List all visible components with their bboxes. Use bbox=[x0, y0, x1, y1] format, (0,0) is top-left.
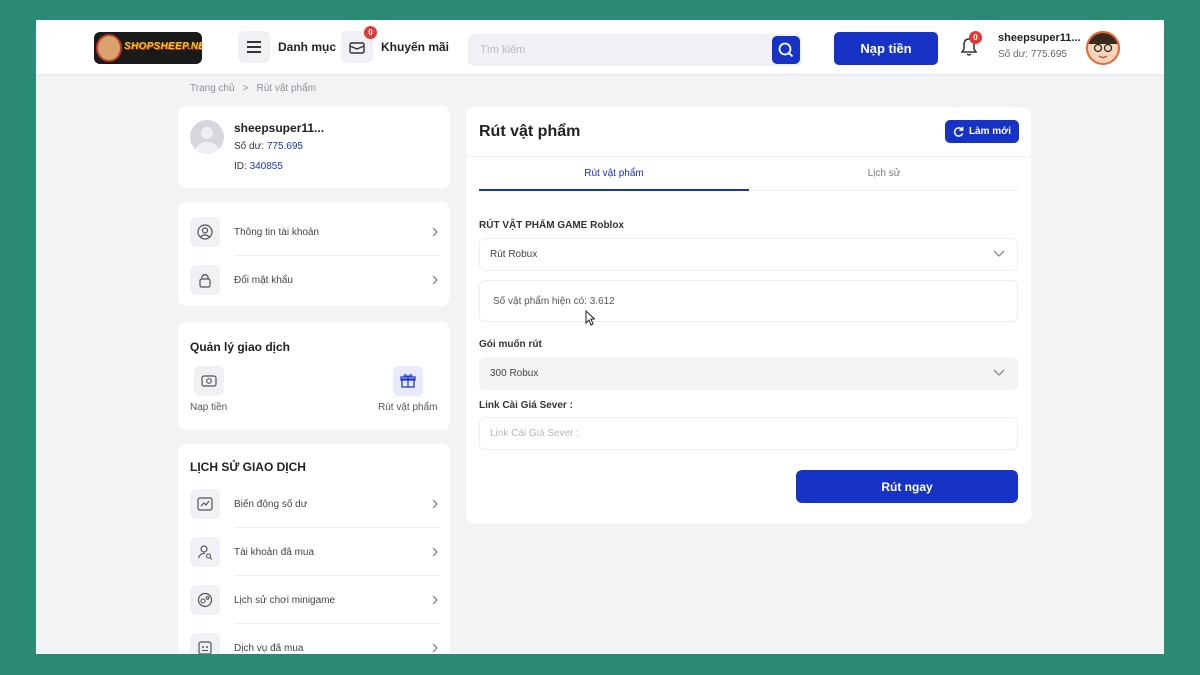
package-select[interactable]: 300 Robux bbox=[479, 357, 1018, 390]
item-type-select[interactable]: Rút Robux bbox=[479, 238, 1018, 271]
browser-viewport: SHOPSHEEP.NET Danh mục 0 Khuyến mãi Nạp … bbox=[36, 20, 1164, 654]
transaction-history-card: LỊCH SỬ GIAO DỊCH Biến động số dư Tài kh… bbox=[178, 444, 450, 654]
wallet-icon bbox=[193, 366, 224, 396]
server-link-label: Link Cài Giá Sever : bbox=[479, 400, 573, 411]
search-input[interactable] bbox=[468, 34, 758, 66]
notification-badge: 0 bbox=[969, 31, 982, 44]
profile-balance: Số dư: 775.695 bbox=[234, 141, 303, 152]
transaction-management-title: Quản lý giao dịch bbox=[190, 340, 291, 354]
category-menu-label: Danh mục bbox=[278, 40, 337, 54]
profile-balance-value: 775.695 bbox=[266, 141, 303, 152]
withdraw-panel: Rút vật phẩm Làm mới Rút vật phẩm Lịch s… bbox=[466, 107, 1031, 523]
breadcrumb-current: Rút vật phẩm bbox=[256, 83, 316, 94]
chevron-down-icon bbox=[993, 369, 1005, 380]
purchased-services-link[interactable]: Dịch vụ đã mua bbox=[190, 628, 440, 654]
purchased-accounts-label: Tài khoản đã mua bbox=[234, 546, 315, 558]
divider bbox=[234, 575, 440, 576]
change-password-label: Đổi mật khẩu bbox=[234, 274, 293, 286]
header-user-info[interactable]: sheepsuper11... Số dư: 775.695 bbox=[998, 32, 1081, 60]
refresh-button[interactable]: Làm mới bbox=[945, 120, 1019, 143]
purchased-services-label: Dịch vụ đã mua bbox=[234, 642, 304, 654]
package-value: 300 Robux bbox=[490, 368, 539, 379]
user-circle-icon bbox=[190, 217, 220, 247]
divider bbox=[234, 623, 440, 624]
account-info-link[interactable]: Thông tin tài khoản bbox=[190, 212, 440, 252]
item-type-value: Rút Robux bbox=[490, 249, 538, 260]
minigame-history-label: Lịch sử chơi minigame bbox=[234, 594, 336, 606]
chevron-right-icon bbox=[430, 547, 440, 557]
page-title: Rút vật phẩm bbox=[479, 123, 581, 140]
profile-id: ID: 340855 bbox=[234, 161, 283, 172]
purchased-accounts-link[interactable]: Tài khoản đã mua bbox=[190, 532, 440, 572]
profile-balance-label: Số dư: bbox=[234, 141, 265, 152]
logo-text: SHOPSHEEP.NET bbox=[124, 41, 202, 52]
withdraw-items-shortcut-label: Rút vật phẩm bbox=[378, 402, 438, 413]
header-username: sheepsuper11... bbox=[998, 32, 1081, 44]
change-password-link[interactable]: Đổi mật khẩu bbox=[190, 260, 440, 300]
header-balance: Số dư: 775.695 bbox=[998, 49, 1067, 60]
profile-card: sheepsuper11... Số dư: 775.695 ID: 34085… bbox=[178, 106, 450, 188]
search-bar bbox=[468, 34, 802, 66]
notification-button[interactable]: 0 bbox=[956, 31, 982, 60]
transaction-management-card: Quản lý giao dịch Nạp tiền Rút vật phẩm bbox=[178, 322, 450, 430]
search-icon bbox=[778, 42, 794, 58]
promo-icon: 0 bbox=[341, 26, 377, 63]
topup-button[interactable]: Nạp tiền bbox=[834, 32, 938, 65]
top-header: SHOPSHEEP.NET Danh mục 0 Khuyến mãi Nạp … bbox=[36, 20, 1164, 75]
user-search-icon bbox=[190, 537, 220, 567]
tab-withdraw[interactable]: Rút vật phẩm bbox=[479, 157, 749, 191]
minigame-history-link[interactable]: Lịch sử chơi minigame bbox=[190, 580, 440, 620]
topup-shortcut[interactable]: Nạp tiền bbox=[190, 366, 227, 413]
breadcrumb-separator: > bbox=[242, 83, 249, 94]
breadcrumb-home[interactable]: Trang chủ bbox=[190, 83, 235, 94]
transaction-history-title: LỊCH SỬ GIAO DỊCH bbox=[190, 460, 306, 474]
lock-icon bbox=[190, 265, 220, 295]
divider bbox=[234, 527, 440, 528]
balance-history-label: Biến động số dư bbox=[234, 498, 308, 510]
chevron-right-icon bbox=[430, 643, 440, 653]
promo-badge: 0 bbox=[364, 26, 377, 39]
logo-mascot bbox=[96, 34, 122, 62]
game-section-label: RÚT VẬT PHẨM GAME Roblox bbox=[479, 220, 624, 231]
withdraw-items-shortcut[interactable]: Rút vật phẩm bbox=[378, 366, 437, 413]
category-menu-button[interactable]: Danh mục bbox=[238, 31, 337, 63]
account-info-label: Thông tin tài khoản bbox=[234, 226, 320, 238]
site-logo[interactable]: SHOPSHEEP.NET bbox=[94, 32, 202, 64]
topup-shortcut-label: Nạp tiền bbox=[190, 402, 228, 413]
profile-avatar bbox=[190, 120, 224, 154]
account-menu-card: Thông tin tài khoản Đổi mật khẩu bbox=[178, 202, 450, 306]
divider bbox=[234, 255, 440, 256]
server-link-field bbox=[479, 417, 1018, 450]
profile-id-value: 340855 bbox=[249, 161, 283, 172]
gift-icon bbox=[392, 366, 423, 396]
chevron-right-icon bbox=[430, 275, 440, 285]
service-icon bbox=[190, 633, 220, 654]
hamburger-icon bbox=[238, 31, 270, 63]
avatar-cartoon-icon bbox=[1088, 33, 1118, 59]
tab-history[interactable]: Lịch sử bbox=[749, 157, 1019, 191]
promotion-button[interactable]: 0 Khuyến mãi bbox=[341, 26, 450, 63]
header-avatar[interactable] bbox=[1086, 31, 1120, 65]
gamepad-icon bbox=[190, 585, 220, 615]
balance-history-link[interactable]: Biến động số dư bbox=[190, 484, 440, 524]
chevron-right-icon bbox=[430, 499, 440, 509]
available-items-text: Số vật phẩm hiện có: 3.612 bbox=[493, 295, 615, 307]
chevron-down-icon bbox=[993, 250, 1005, 261]
search-button[interactable] bbox=[772, 36, 800, 64]
chevron-right-icon bbox=[430, 227, 440, 237]
balance-icon bbox=[190, 489, 220, 519]
profile-id-label: ID: bbox=[234, 161, 247, 172]
promotion-label: Khuyến mãi bbox=[381, 40, 450, 54]
breadcrumb: Trang chủ > Rút vật phẩm bbox=[190, 83, 316, 94]
withdraw-now-button[interactable]: Rút ngay bbox=[796, 470, 1018, 503]
package-label: Gói muốn rút bbox=[479, 339, 542, 350]
refresh-label: Làm mới bbox=[968, 126, 1012, 137]
profile-name: sheepsuper11... bbox=[234, 121, 325, 135]
mouse-cursor-icon bbox=[585, 310, 595, 326]
server-link-input[interactable] bbox=[480, 418, 1017, 449]
chevron-right-icon bbox=[430, 595, 440, 605]
refresh-icon bbox=[953, 126, 964, 137]
available-items-box: Số vật phẩm hiện có: 3.612 bbox=[479, 280, 1018, 322]
